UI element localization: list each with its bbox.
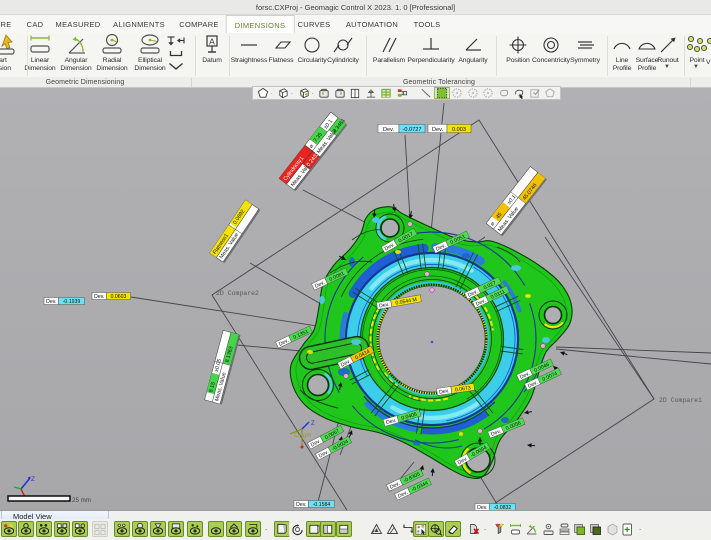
- svg-text:2D Compare1: 2D Compare1: [659, 397, 702, 404]
- svg-text:A: A: [209, 37, 215, 47]
- svg-text:-0.1939: -0.1939: [63, 299, 81, 305]
- svg-text:Dev.: Dev.: [432, 127, 444, 133]
- svg-text:0.003: 0.003: [452, 127, 466, 133]
- svg-text:Z: Z: [311, 421, 315, 427]
- svg-text:-0.1584: -0.1584: [313, 502, 331, 508]
- svg-text:2D Compare2: 2D Compare2: [216, 290, 259, 297]
- svg-text:0.0603: 0.0603: [111, 294, 127, 300]
- svg-text:Z: Z: [31, 476, 35, 483]
- svg-text:Dev.: Dev.: [383, 127, 395, 133]
- svg-text:-0.0727: -0.0727: [403, 127, 422, 133]
- svg-text:Dev.: Dev.: [46, 299, 56, 305]
- svg-text:Dev.: Dev.: [94, 294, 104, 300]
- svg-text:25 mm: 25 mm: [72, 497, 91, 504]
- svg-text:Dev.: Dev.: [296, 502, 306, 508]
- svg-text:Origin: Origin: [294, 432, 312, 439]
